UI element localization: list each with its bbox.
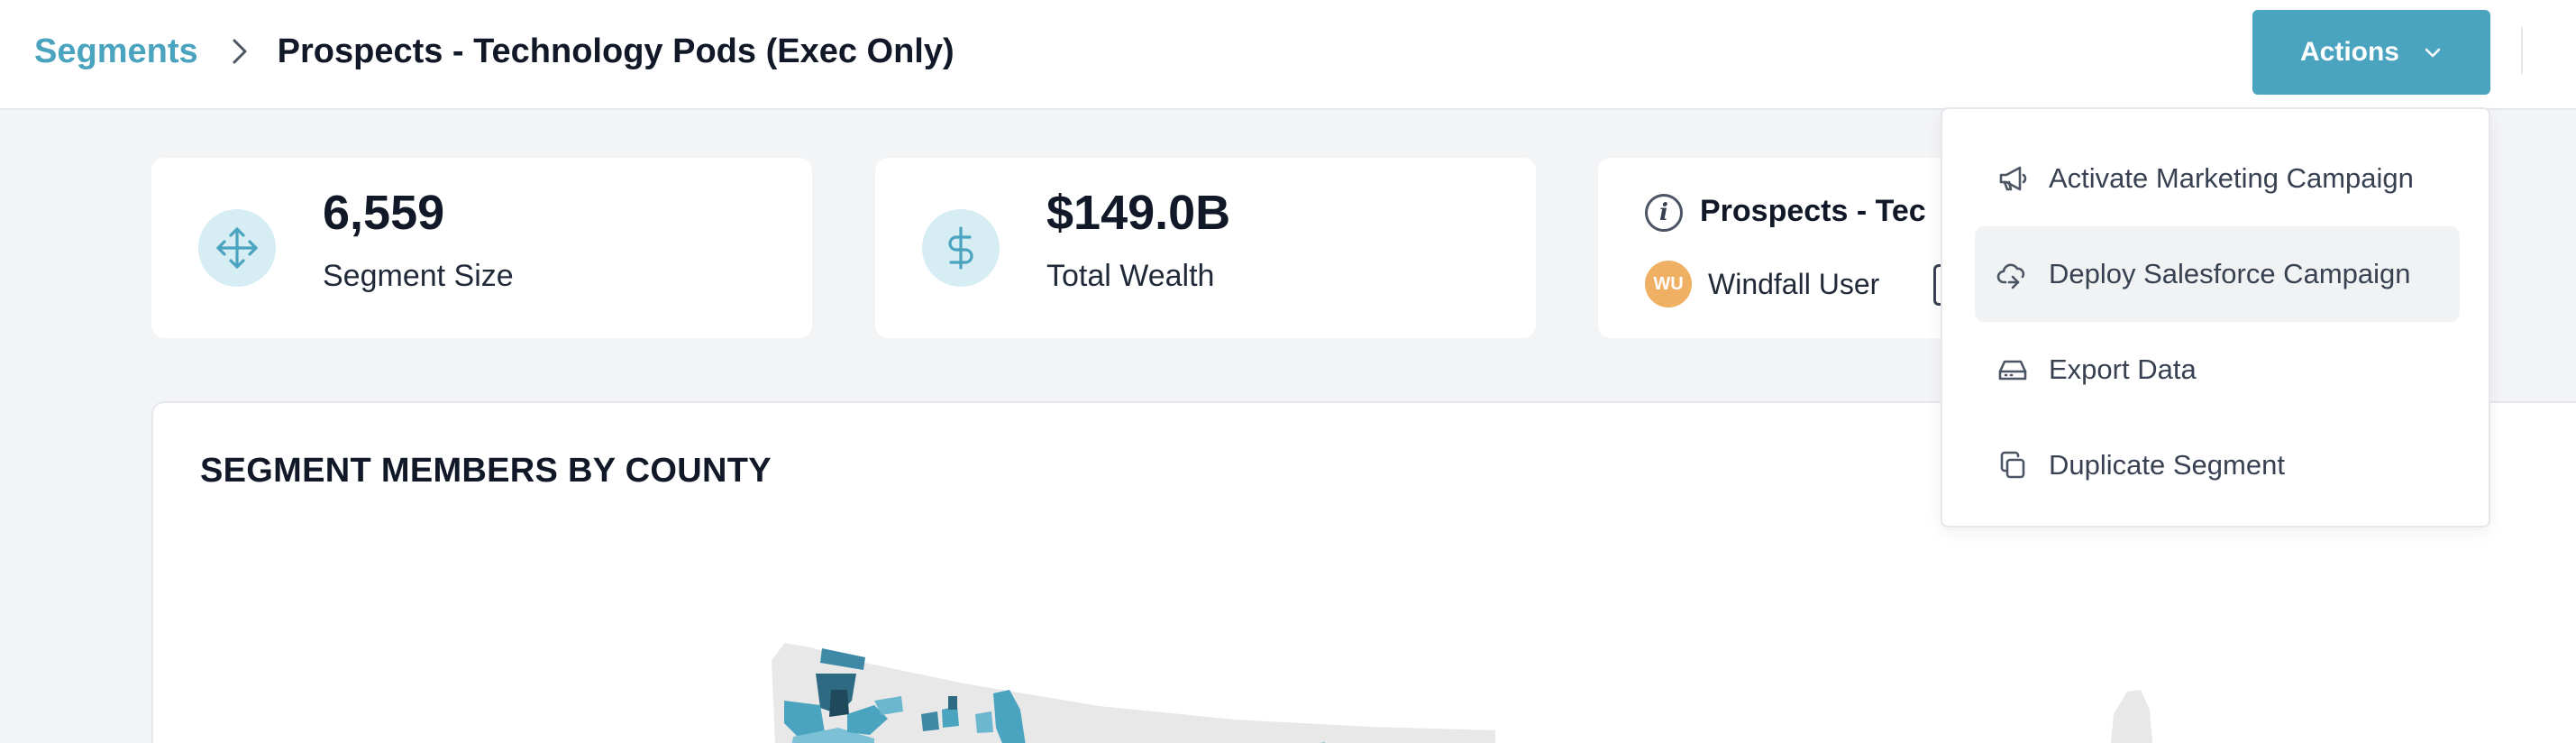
menu-item-label: Duplicate Segment bbox=[2049, 449, 2285, 481]
breadcrumb-segments-link[interactable]: Segments bbox=[34, 32, 198, 71]
dollar-icon bbox=[922, 209, 1000, 287]
copy-icon bbox=[1995, 447, 2031, 483]
info-icon: i bbox=[1645, 194, 1683, 232]
chevron-down-icon bbox=[2423, 42, 2443, 62]
breadcrumb: Segments Prospects - Technology Pods (Ex… bbox=[34, 29, 955, 74]
menu-item-label: Activate Marketing Campaign bbox=[2049, 162, 2414, 194]
avatar: WU bbox=[1645, 261, 1692, 307]
move-arrows-icon bbox=[198, 209, 276, 287]
menu-item-label: Deploy Salesforce Campaign bbox=[2049, 258, 2411, 289]
menu-item-activate-marketing-campaign[interactable]: Activate Marketing Campaign bbox=[1975, 131, 2460, 226]
total-wealth-card: $149.0B Total Wealth bbox=[875, 158, 1536, 338]
chevron-right-icon bbox=[218, 30, 261, 73]
cloud-icon bbox=[1995, 256, 2031, 292]
header-divider bbox=[2521, 27, 2523, 74]
segment-info-title: Prospects - Tec bbox=[1700, 194, 1926, 228]
menu-item-export-data[interactable]: Export Data bbox=[1975, 322, 2460, 417]
megaphone-icon bbox=[1995, 161, 2031, 197]
actions-dropdown-menu: Activate Marketing Campaign Deploy Sales… bbox=[1941, 107, 2490, 527]
segment-size-label: Segment Size bbox=[323, 259, 514, 293]
segment-size-value: 6,559 bbox=[323, 186, 445, 240]
hard-drive-icon bbox=[1995, 352, 2031, 388]
actions-button[interactable]: Actions bbox=[2252, 10, 2490, 95]
total-wealth-value: $149.0B bbox=[1046, 186, 1231, 240]
page-title: Prospects - Technology Pods (Exec Only) bbox=[277, 32, 955, 70]
menu-item-duplicate-segment[interactable]: Duplicate Segment bbox=[1975, 417, 2460, 513]
menu-item-deploy-salesforce-campaign[interactable]: Deploy Salesforce Campaign bbox=[1975, 226, 2460, 322]
page-header: Segments Prospects - Technology Pods (Ex… bbox=[0, 0, 2576, 110]
segment-size-card: 6,559 Segment Size bbox=[151, 158, 812, 338]
menu-item-label: Export Data bbox=[2049, 353, 2197, 385]
owner-name: Windfall User bbox=[1708, 268, 1880, 300]
total-wealth-label: Total Wealth bbox=[1046, 259, 1215, 293]
actions-button-label: Actions bbox=[2299, 37, 2399, 67]
